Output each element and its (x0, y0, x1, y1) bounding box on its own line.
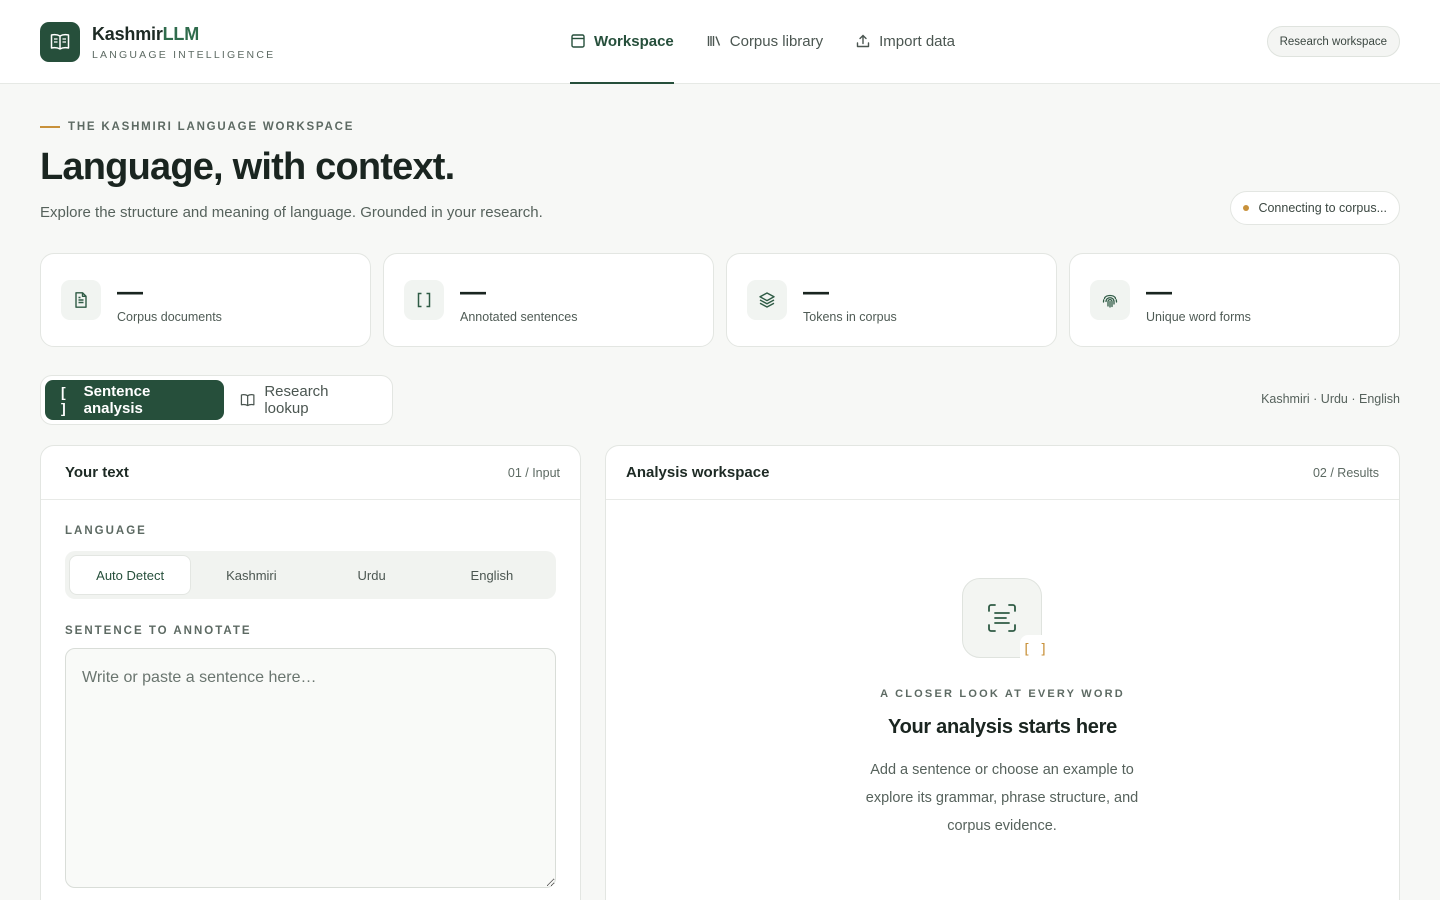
language-selector: Auto Detect Kashmiri Urdu English (65, 551, 556, 599)
connection-status-text: Connecting to corpus... (1258, 201, 1387, 215)
stat-card-corpus-documents: — Corpus documents (40, 253, 371, 347)
stat-card-annotated-sentences: — Annotated sentences (383, 253, 714, 347)
nav-item-import-data-label: Import data (879, 32, 956, 50)
document-icon (61, 280, 101, 320)
page-title: Language, with context. (40, 146, 455, 188)
research-workspace-button[interactable]: Research workspace (1266, 26, 1400, 57)
sentence-input[interactable] (65, 648, 556, 888)
tab-research-lookup-label: Research lookup (264, 383, 329, 417)
brand-name-main: Kashmir (92, 24, 163, 44)
results-panel: Analysis workspace 02 / Results [ ] A CL… (605, 445, 1400, 900)
tab-sentence-analysis-label: Sentence analysis (83, 383, 151, 417)
nav-item-workspace[interactable]: Workspace (570, 0, 674, 84)
stat-value: — (803, 276, 829, 306)
brand-name-accent: LLM (162, 24, 200, 44)
stat-label: Corpus documents (117, 310, 222, 324)
empty-state-title: Your analysis starts here (888, 716, 1117, 738)
results-panel-header: Analysis workspace 02 / Results (606, 446, 1399, 500)
hero-eyebrow-text: THE KASHMIRI LANGUAGE WORKSPACE (68, 121, 355, 133)
book-icon (240, 394, 255, 407)
status-dot-icon (1243, 205, 1250, 211)
connection-status-badge: Connecting to corpus... (1230, 191, 1400, 225)
language-option-auto-detect[interactable]: Auto Detect (69, 555, 192, 595)
nav-item-workspace-label: Workspace (594, 32, 674, 50)
brand-tagline: LANGUAGE INTELLIGENCE (92, 49, 276, 61)
stat-card-tokens: — Tokens in corpus (726, 253, 1057, 347)
input-panel-header: Your text 01 / Input (41, 446, 580, 500)
stat-value: — (117, 276, 143, 306)
language-option-kashmiri[interactable]: Kashmiri (191, 555, 311, 595)
language-field-label: LANGUAGE (65, 525, 147, 537)
input-panel-title: Your text (65, 464, 129, 481)
results-panel-title: Analysis workspace (626, 464, 770, 481)
stat-card-unique-word-forms: — Unique word forms (1069, 253, 1400, 347)
language-option-english[interactable]: English (432, 555, 552, 595)
stat-label: Annotated sentences (460, 310, 578, 324)
main-nav: Workspace Corpus library Import data (570, 0, 987, 84)
page-subtitle: Explore the structure and meaning of lan… (40, 204, 543, 221)
stat-label: Tokens in corpus (803, 310, 897, 324)
top-bar: KashmirLLM LANGUAGE INTELLIGENCE Workspa… (0, 0, 1440, 84)
language-option-urdu[interactable]: Urdu (312, 555, 432, 595)
sentence-field-label: SENTENCE TO ANNOTATE (65, 625, 252, 637)
hero-eyebrow: THE KASHMIRI LANGUAGE WORKSPACE (40, 121, 354, 133)
stat-label: Unique word forms (1146, 310, 1251, 324)
supported-languages-note: Kashmiri · Urdu · English (1261, 392, 1400, 406)
mode-tabs: [ ] Sentence analysis Research lookup (40, 375, 393, 425)
tab-sentence-analysis[interactable]: [ ] Sentence analysis (45, 380, 225, 420)
nav-item-corpus-library[interactable]: Corpus library (706, 0, 823, 82)
stat-value: — (460, 276, 486, 306)
brackets-icon: [ ] (61, 384, 66, 416)
nav-item-corpus-library-label: Corpus library (729, 32, 824, 50)
nav-item-import-data[interactable]: Import data (855, 0, 955, 82)
stat-value: — (1146, 276, 1172, 306)
eyebrow-divider (40, 126, 60, 128)
upload-icon (856, 34, 870, 48)
open-book-icon (40, 22, 80, 62)
library-icon (707, 36, 720, 46)
brackets-badge-icon: [ ] (1020, 635, 1050, 665)
results-panel-step: 02 / Results (1312, 465, 1379, 480)
fingerprint-icon (1090, 280, 1130, 320)
brackets-icon (404, 280, 444, 320)
input-panel: Your text 01 / Input LANGUAGE Auto Detec… (40, 445, 581, 900)
tab-research-lookup[interactable]: Research lookup (224, 380, 388, 420)
input-panel-step: 01 / Input (507, 465, 560, 480)
empty-state-eyebrow: A CLOSER LOOK AT EVERY WORD (880, 688, 1125, 700)
brand-name: KashmirLLM (92, 23, 275, 45)
layers-icon (747, 280, 787, 320)
layout-icon (571, 34, 585, 48)
brand[interactable]: KashmirLLM LANGUAGE INTELLIGENCE (40, 22, 275, 62)
empty-state-description: Add a sentence or choose an example to e… (865, 762, 1139, 834)
